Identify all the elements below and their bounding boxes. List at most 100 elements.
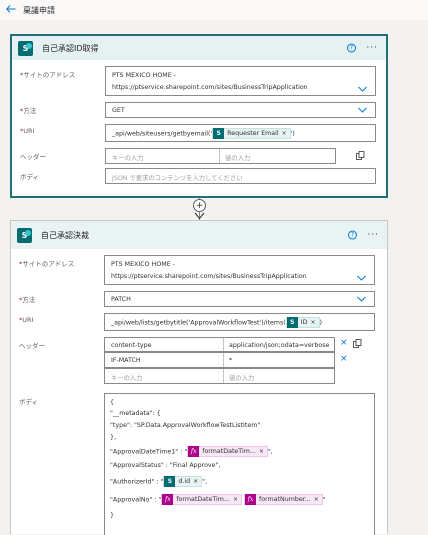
- uri-label: URI: [23, 127, 35, 135]
- top-bar: 稟議申請: [0, 0, 428, 20]
- header-value[interactable]: *: [229, 357, 232, 364]
- sharepoint-token-icon: S: [286, 317, 298, 328]
- body-row: ボディ JSON で要求のコンテンツを入力してください: [12, 168, 386, 184]
- chevron-down-icon: [358, 107, 367, 113]
- remove-token-icon[interactable]: ×: [259, 448, 264, 455]
- help-icon[interactable]: ?: [348, 230, 357, 240]
- remove-token-icon[interactable]: ×: [314, 496, 319, 503]
- card-header[interactable]: S 自己承認決裁 ? ···: [11, 221, 387, 249]
- header-pair-1: content-type application/json;odata=verb…: [104, 337, 335, 352]
- body-row: ボディ { "__metadata": { "type": "SP.Data.A…: [11, 393, 387, 535]
- method-label: 方法: [23, 107, 37, 115]
- method-value: PATCH: [111, 296, 131, 303]
- back-arrow-icon[interactable]: [6, 4, 20, 16]
- action-card-self-approval: S 自己承認決裁 ? ··· *サイトのアドレス PTS MEXICO HOME…: [10, 220, 388, 535]
- site-address-row: *サイトのアドレス PTS MEXICO HOME - https://ptse…: [12, 66, 386, 98]
- remove-token-icon[interactable]: ×: [310, 319, 315, 326]
- site-address-line1: PTS MEXICO HOME -: [111, 261, 175, 268]
- header-pair-new: キーの入力 値の入力: [104, 368, 335, 384]
- delete-header-icon[interactable]: ×: [340, 354, 348, 364]
- function-icon: fx: [244, 494, 256, 505]
- header-value-input[interactable]: 値の入力: [229, 373, 254, 382]
- body-input[interactable]: JSON で要求のコンテンツを入力してください: [105, 168, 376, 184]
- uri-suffix: ): [319, 319, 322, 327]
- body-line: {: [110, 399, 115, 406]
- formatnumber-token[interactable]: fx formatNumber... ×: [243, 494, 323, 505]
- body-editor[interactable]: { "__metadata": { "type": "SP.Data.Appro…: [104, 393, 375, 535]
- more-options-icon[interactable]: ···: [366, 43, 378, 53]
- remove-token-icon[interactable]: ×: [193, 478, 198, 485]
- d-id-token[interactable]: Sd.id ×: [163, 476, 203, 487]
- site-address-label: サイトのアドレス: [23, 71, 76, 79]
- body-label: ボディ: [19, 398, 39, 406]
- site-address-line2: https://ptservice.sharepoint.com/sites/B…: [112, 84, 308, 91]
- header-value[interactable]: application/json;odata=verbose: [229, 342, 329, 349]
- method-dropdown[interactable]: PATCH: [104, 291, 375, 307]
- body-placeholder: JSON で要求のコンテンツを入力してください: [112, 175, 243, 182]
- site-address-line1: PTS MEXICO HOME -: [112, 72, 176, 79]
- uri-prefix: _api/web/lists/getbytitle('ApprovalWorkf…: [111, 319, 286, 327]
- header-row: ヘッダー キーの入力 値の入力: [12, 148, 386, 164]
- card-title: 自己承認決裁: [41, 230, 89, 240]
- body-line-authorizer-id: "AuthorizerId" : " Sd.id × ",: [110, 476, 208, 487]
- method-dropdown[interactable]: GET: [105, 102, 376, 118]
- body-label: ボディ: [20, 173, 40, 181]
- switch-to-text-mode-icon[interactable]: [356, 151, 365, 160]
- function-icon: fx: [188, 446, 200, 457]
- help-icon[interactable]: ?: [347, 43, 356, 53]
- header-label: ヘッダー: [19, 342, 45, 350]
- body-line: },: [110, 434, 117, 441]
- header-key-input[interactable]: キーの入力: [112, 153, 143, 162]
- header-key-input[interactable]: キーの入力: [111, 373, 142, 382]
- formatdatetime-token[interactable]: fx formatDateTim... ×: [187, 446, 268, 457]
- sharepoint-token-icon: S: [164, 476, 176, 487]
- uri-input[interactable]: _api/web/siteusers/getbyemail(' S Requeste…: [105, 124, 376, 142]
- body-line: "ApprovalStatus" : "Final Approve",: [110, 462, 221, 469]
- token-label: ID: [300, 319, 308, 326]
- uri-row: *URI _api/web/lists/getbytitle('Approval…: [11, 313, 387, 331]
- remove-token-icon[interactable]: ×: [282, 130, 287, 137]
- header-key[interactable]: content-type: [111, 342, 151, 349]
- site-address-line2: https://ptservice.sharepoint.com/sites/B…: [111, 273, 307, 280]
- card-title: 自己承認ID取得: [42, 43, 99, 53]
- insert-step-button[interactable]: +: [193, 199, 206, 212]
- body-line-approval-datetime: "ApprovalDateTime1" : " fx formatDateTim..…: [110, 446, 273, 457]
- uri-input[interactable]: _api/web/lists/getbytitle('ApprovalWorkf…: [104, 313, 375, 331]
- chevron-down-icon: [357, 296, 366, 302]
- method-row: *方法 PATCH: [11, 291, 387, 307]
- body-line-approval-no: "ApprovalNo" : " fx formatDateTim... × fx fo…: [110, 494, 326, 505]
- switch-to-text-mode-icon[interactable]: [353, 339, 362, 348]
- method-row: *方法 GET: [12, 102, 386, 118]
- card-header[interactable]: S 自己承認ID取得 ? ···: [12, 36, 386, 60]
- header-fields: キーの入力 値の入力: [105, 148, 336, 164]
- method-value: GET: [112, 107, 125, 114]
- site-address-dropdown[interactable]: PTS MEXICO HOME - https://ptservice.shar…: [105, 66, 376, 96]
- delete-header-icon[interactable]: ×: [340, 338, 348, 348]
- sharepoint-icon: S: [18, 40, 33, 56]
- header-value-input[interactable]: 値の入力: [225, 153, 250, 162]
- remove-token-icon[interactable]: ×: [233, 496, 238, 503]
- header-key[interactable]: IF-MATCH: [111, 357, 141, 364]
- site-address-row: *サイトのアドレス PTS MEXICO HOME - https://ptse…: [11, 255, 387, 287]
- header-row: ヘッダー content-type application/json;odata…: [11, 337, 387, 385]
- uri-row: *URI _api/web/siteusers/getbyemail(' S Req…: [12, 124, 386, 142]
- function-icon: fx: [162, 494, 174, 505]
- header-pair-2: IF-MATCH *: [104, 352, 335, 368]
- token-label: Requester Email: [227, 130, 279, 137]
- site-address-dropdown[interactable]: PTS MEXICO HOME - https://ptservice.shar…: [104, 255, 375, 285]
- method-label: 方法: [22, 296, 36, 304]
- chevron-down-icon: [357, 275, 366, 281]
- more-options-icon[interactable]: ···: [367, 230, 379, 240]
- id-token[interactable]: S ID ×: [285, 317, 320, 328]
- body-line: "type": "SP.Data.ApprovalWorkflowTestLis…: [110, 422, 261, 429]
- page-title: 稟議申請: [23, 5, 55, 15]
- requester-email-token[interactable]: S Requester Email ×: [212, 128, 291, 139]
- chevron-down-icon: [358, 86, 367, 92]
- uri-label: URI: [22, 316, 34, 324]
- formatdatetime-token[interactable]: fx formatDateTim... ×: [161, 494, 242, 505]
- sharepoint-icon: S: [17, 227, 32, 243]
- uri-suffix: '): [290, 130, 295, 138]
- body-line: }: [110, 512, 115, 519]
- arrow-down-icon: [194, 212, 205, 220]
- site-address-label: サイトのアドレス: [22, 260, 75, 268]
